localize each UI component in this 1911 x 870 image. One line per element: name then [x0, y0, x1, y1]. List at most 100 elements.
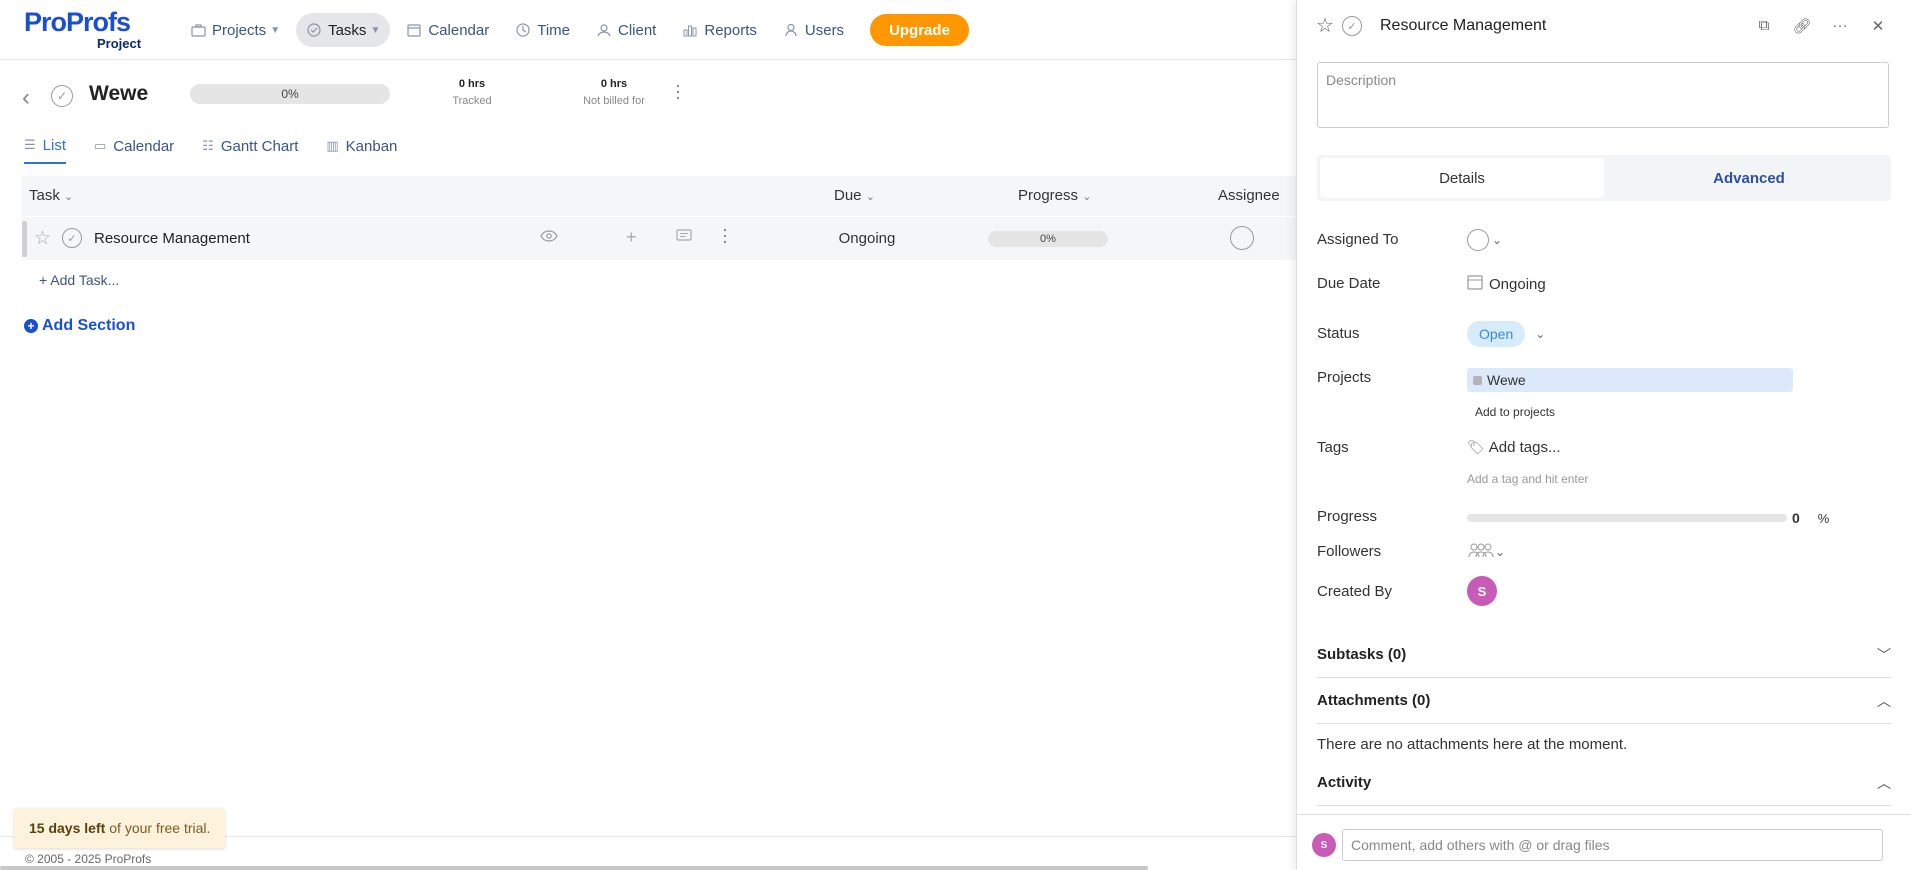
- header-due[interactable]: Due ⌄: [834, 187, 875, 204]
- trial-text: of your free trial.: [109, 820, 211, 836]
- chevron-down-icon: ⌄: [1495, 545, 1506, 559]
- task-progress-label: 0%: [1040, 233, 1056, 245]
- nav-calendar[interactable]: Calendar: [396, 13, 499, 47]
- add-to-projects-link[interactable]: Add to projects: [1475, 405, 1555, 419]
- not-billed-value: 0 hrs: [600, 78, 628, 90]
- trial-banner[interactable]: 15 days left of your free trial.: [14, 808, 225, 848]
- creator-avatar: S: [1467, 576, 1497, 606]
- task-due[interactable]: Ongoing: [822, 230, 912, 247]
- row-menu-icon[interactable]: · · ·: [722, 220, 728, 250]
- more-icon[interactable]: ···: [1821, 17, 1859, 35]
- chevron-down-icon[interactable]: ⌄: [1535, 327, 1545, 341]
- status-label: Status: [1317, 325, 1360, 342]
- table-row[interactable]: ☆ ✓ Resource Management + · · · Ongoing 0%: [22, 216, 1297, 260]
- project-progress-label: 0%: [281, 87, 299, 101]
- chevron-down-icon: ⌄: [865, 191, 875, 203]
- back-arrow-icon[interactable]: ‹: [22, 84, 30, 112]
- tab-list[interactable]: ☰ List: [24, 134, 66, 164]
- star-icon[interactable]: ☆: [34, 227, 51, 250]
- calendar-icon: [1467, 274, 1483, 294]
- tab-kanban[interactable]: ▥ Kanban: [326, 134, 397, 164]
- horizontal-scrollbar[interactable]: [0, 866, 1148, 870]
- add-subtask-icon[interactable]: +: [626, 227, 637, 248]
- header-progress[interactable]: Progress ⌄: [1018, 187, 1091, 204]
- nav-tasks[interactable]: Tasks ▼: [296, 13, 391, 47]
- comment-icon[interactable]: [676, 229, 692, 248]
- task-progress-bar: 0%: [988, 231, 1108, 247]
- chevron-down-icon: ﹀: [1877, 646, 1891, 663]
- task-complete-icon[interactable]: ✓: [62, 228, 82, 248]
- nav-reports-label: Reports: [704, 21, 757, 39]
- logo-sub: Project: [97, 36, 142, 51]
- user-icon: [783, 22, 799, 38]
- eye-icon[interactable]: [540, 229, 558, 247]
- created-by-label: Created By: [1317, 583, 1393, 600]
- link-icon[interactable]: 🔗︎: [1783, 17, 1821, 35]
- due-date-control[interactable]: Ongoing: [1467, 274, 1546, 294]
- due-date-label: Due Date: [1317, 275, 1381, 292]
- status-badge[interactable]: Open: [1467, 321, 1526, 347]
- project-complete-icon[interactable]: ✓: [51, 85, 73, 107]
- tags-label: Tags: [1317, 439, 1349, 456]
- nav-reports[interactable]: Reports: [672, 13, 767, 47]
- progress-value[interactable]: 0: [1792, 510, 1800, 526]
- copy-icon[interactable]: ⧉: [1745, 17, 1783, 35]
- project-tag[interactable]: Wewe: [1467, 368, 1793, 392]
- briefcase-icon: [190, 22, 206, 38]
- add-task-link[interactable]: + Add Task...: [39, 272, 119, 288]
- add-section-label: Add Section: [42, 317, 136, 334]
- project-menu-icon[interactable]: · · ·: [675, 76, 681, 106]
- drag-handle[interactable]: [22, 221, 27, 257]
- progress-slider[interactable]: [1467, 514, 1787, 522]
- assignee-avatar-icon[interactable]: [1230, 226, 1254, 250]
- proprofs-logo[interactable]: ProProfs Project: [24, 8, 144, 52]
- subtasks-section[interactable]: Subtasks (0) ﹀: [1317, 632, 1891, 678]
- nav-time[interactable]: Time: [505, 13, 580, 47]
- activity-title: Activity: [1317, 774, 1372, 791]
- comment-input[interactable]: Comment, add others with @ or drag files: [1342, 829, 1883, 861]
- tab-gantt[interactable]: ☷ Gantt Chart: [202, 134, 298, 164]
- chevron-down-icon: ⌄: [1082, 191, 1092, 203]
- chevron-up-icon: ︿: [1877, 774, 1891, 791]
- tab-details[interactable]: Details: [1320, 158, 1604, 198]
- header-task[interactable]: Task ⌄: [29, 187, 73, 204]
- attachments-section[interactable]: Attachments (0) ︿: [1317, 678, 1891, 724]
- tab-list-label: List: [42, 136, 66, 154]
- not-billed-stat: 0 hrs Not billed for: [576, 78, 652, 107]
- tab-calendar[interactable]: ▭ Calendar: [94, 134, 174, 164]
- group-users-icon: [1467, 542, 1495, 562]
- description-field[interactable]: Description: [1317, 62, 1889, 128]
- task-complete-icon[interactable]: ✓: [1342, 16, 1362, 36]
- activity-section[interactable]: Activity ︿: [1317, 760, 1891, 806]
- progress-control[interactable]: 0 %: [1467, 510, 1829, 526]
- followers-control[interactable]: ⌄: [1467, 542, 1505, 562]
- task-name[interactable]: Resource Management: [94, 230, 250, 247]
- gantt-icon: ☷: [202, 138, 214, 153]
- project-progress-bar: 0%: [190, 84, 390, 104]
- check-circle-icon: [306, 22, 322, 38]
- project-chip[interactable]: Wewe: [1467, 368, 1793, 392]
- tracked-value: 0 hrs: [458, 78, 486, 90]
- upgrade-button[interactable]: Upgrade: [870, 14, 969, 46]
- add-tags-label: Add tags...: [1488, 439, 1561, 456]
- task-detail-panel: ☆ ✓ Resource Management ⧉ 🔗︎ ··· ✕ Descr…: [1296, 0, 1911, 870]
- project-chip-label: Wewe: [1487, 372, 1526, 388]
- assigned-to-control[interactable]: ⌄: [1467, 229, 1502, 251]
- close-icon[interactable]: ✕: [1859, 17, 1897, 35]
- comment-placeholder: Comment, add others with @ or drag files: [1351, 837, 1610, 853]
- no-attachments-text: There are no attachments here at the mom…: [1317, 736, 1628, 753]
- nav-client-label: Client: [618, 21, 657, 39]
- kanban-icon: ▥: [326, 138, 339, 153]
- add-tags-control[interactable]: 🏷︎ Add tags...: [1467, 439, 1561, 456]
- nav-users[interactable]: Users: [773, 13, 854, 47]
- header-assignee: Assignee: [1218, 187, 1280, 204]
- tab-advanced[interactable]: Advanced: [1607, 155, 1891, 201]
- panel-task-title[interactable]: Resource Management: [1380, 17, 1546, 35]
- trial-days: 15 days left: [29, 820, 106, 836]
- view-tabs: ☰ List ▭ Calendar ☷ Gantt Chart ▥ Kanban: [24, 134, 425, 164]
- nav-client[interactable]: Client: [586, 13, 666, 47]
- status-control[interactable]: Open ⌄: [1467, 321, 1545, 347]
- star-icon[interactable]: ☆: [1316, 13, 1334, 38]
- add-section-button[interactable]: + Add Section: [24, 317, 135, 335]
- nav-projects[interactable]: Projects ▼: [180, 13, 290, 47]
